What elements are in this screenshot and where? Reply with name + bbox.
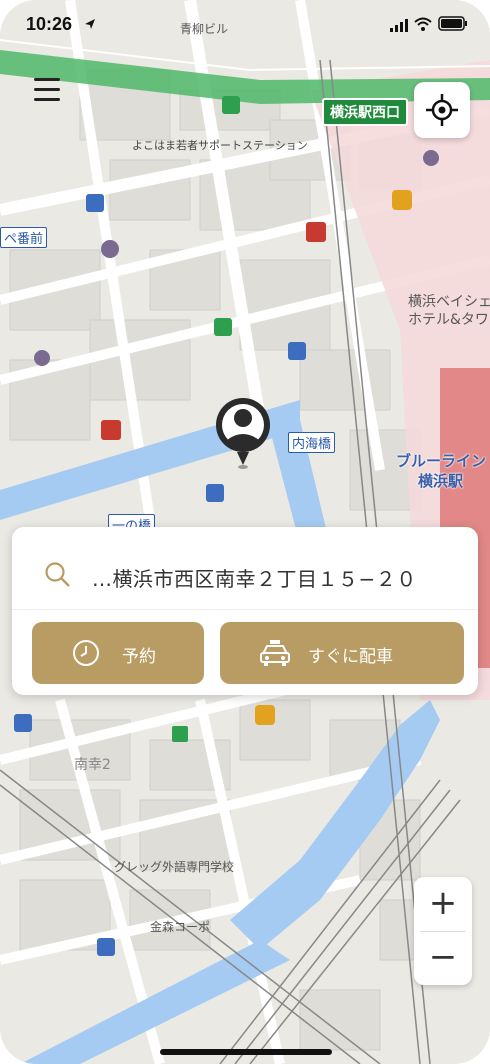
reserve-label: 予約 <box>122 647 156 667</box>
zoom-out-button[interactable]: − <box>414 931 472 985</box>
map-label-blue-line: ブルーライン <box>396 452 487 470</box>
dispatch-now-label: すぐに配車 <box>308 647 393 667</box>
map-label-gregg-school: グレッグ外語専門学校 <box>114 860 235 874</box>
map-label-yokohama-eki: 横浜駅 <box>418 472 464 490</box>
map-label-bus-front: ペ番前 <box>0 227 48 248</box>
reserve-button[interactable]: 予約 <box>32 622 204 684</box>
zoom-controls: + − <box>414 877 472 985</box>
current-location-button[interactable] <box>414 82 470 138</box>
map-label-minamisaiwai: 南幸2 <box>74 757 111 773</box>
battery-icon <box>438 16 467 31</box>
phone-screen: 青柳ビル よこはま若者サポートステーション 横浜ベイシェ ホテル&タワ ブルーラ… <box>0 0 490 1064</box>
zoom-in-button[interactable]: + <box>414 877 472 931</box>
wifi-icon <box>414 17 432 31</box>
crosshair-icon <box>426 94 458 126</box>
station-sign-west-exit[interactable]: 横浜駅西口 <box>322 98 408 126</box>
location-arrow-icon <box>85 19 95 29</box>
clock-icon <box>73 640 99 666</box>
dispatch-now-button[interactable]: すぐに配車 <box>220 622 464 684</box>
map-label-youth-station: よこはま若者サポートステーション <box>132 139 308 152</box>
search-icon <box>45 562 70 587</box>
status-time: 10:26 <box>26 14 73 34</box>
taxi-icon <box>260 640 290 666</box>
map-label-kanamori: 金森コーポ <box>150 920 211 934</box>
address-text: …横浜市西区南幸２丁目１５−２０ <box>92 567 417 591</box>
map-label-bay-hotel-2: ホテル&タワ <box>408 312 489 328</box>
address-search-field[interactable]: …横浜市西区南幸２丁目１５−２０ <box>12 527 478 610</box>
map-label-bay-hotel-1: 横浜ベイシェ <box>408 294 490 310</box>
booking-panel: …横浜市西区南幸２丁目１５−２０ 予約 すぐに配車 <box>12 527 478 695</box>
status-bar: 10:26 <box>0 0 490 56</box>
home-indicator[interactable] <box>160 1049 332 1055</box>
menu-icon <box>34 78 60 81</box>
signal-icon <box>390 19 408 32</box>
map-label-uchiumi-bridge: 内海橋 <box>288 432 336 453</box>
menu-button[interactable] <box>20 72 68 112</box>
